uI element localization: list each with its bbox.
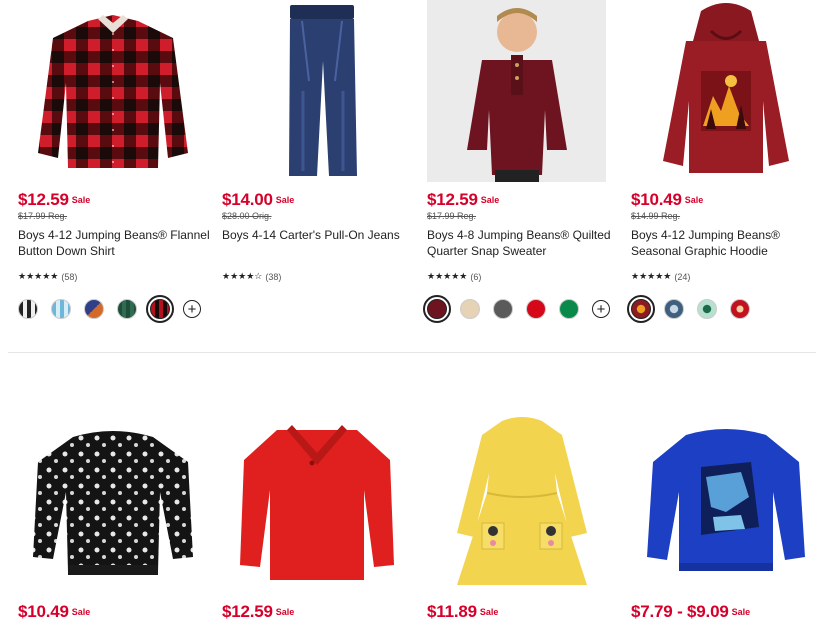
swatch-navy-orange-plaid[interactable] (84, 299, 104, 319)
swatch-burgundy[interactable] (423, 295, 451, 323)
sale-label: Sale (71, 195, 91, 205)
sale-label: Sale (275, 195, 295, 205)
star-rating-icon: ★★★★★ (631, 271, 672, 281)
sale-price: $10.49 (631, 190, 682, 209)
sale-label: Sale (479, 607, 499, 617)
swatch-blue-graphic[interactable] (664, 299, 684, 319)
star-rating-icon: ★★★★☆ (222, 271, 263, 281)
swatch-oatmeal[interactable] (460, 299, 480, 319)
product-image[interactable] (222, 0, 412, 180)
product-title[interactable]: Boys 4-14 Carter's Pull-On Jeans (222, 227, 417, 243)
swatch-black-white-plaid[interactable] (18, 299, 38, 319)
product-image[interactable] (631, 412, 816, 592)
sale-label: Sale (71, 607, 91, 617)
more-colors-icon[interactable]: + (592, 300, 610, 318)
sale-price: $7.79 - $9.09 (631, 602, 729, 621)
product-title[interactable]: Boys 4-12 Jumping Beans® Flannel Button … (18, 227, 213, 259)
sale-price: $12.59 (18, 190, 69, 209)
review-count: (6) (470, 271, 482, 282)
regular-price: $17.99 Reg. (427, 211, 477, 221)
rating[interactable]: ★★★★☆ (38) (222, 271, 281, 282)
star-rating-icon: ★★★★★ (18, 271, 59, 281)
review-count: (58) (61, 271, 78, 282)
sale-label: Sale (684, 195, 704, 205)
swatch-teal-graphic[interactable] (697, 299, 717, 319)
row-divider (8, 352, 816, 353)
rating[interactable]: ★★★★★ (24) (631, 271, 690, 282)
review-count: (24) (674, 271, 691, 282)
product-title[interactable]: Boys 4-12 Jumping Beans® Seasonal Graphi… (631, 227, 816, 259)
sale-price: $11.89 (427, 602, 477, 621)
swatch-blue-plaid[interactable] (51, 299, 71, 319)
star-rating-icon: ★★★★★ (427, 271, 468, 281)
product-image[interactable] (18, 0, 208, 180)
swatch-red-graphic[interactable] (730, 299, 750, 319)
rating[interactable]: ★★★★★ (6) (427, 271, 481, 282)
color-swatches: + (423, 295, 610, 323)
swatch-charcoal[interactable] (493, 299, 513, 319)
sale-price: $14.00 (222, 190, 273, 209)
review-count: (38) (265, 271, 282, 282)
original-price: $28.00 Orig. (222, 211, 272, 221)
color-swatches: + (18, 295, 201, 323)
regular-price: $14.99 Reg. (631, 211, 681, 221)
product-image[interactable] (631, 0, 816, 180)
more-colors-icon[interactable]: + (183, 300, 201, 318)
swatch-green[interactable] (559, 299, 579, 319)
sale-price: $12.59 (222, 602, 273, 621)
product-image[interactable] (427, 0, 606, 182)
regular-price: $17.99 Reg. (18, 211, 68, 221)
sale-price: $12.59 (427, 190, 478, 209)
rating[interactable]: ★★★★★ (58) (18, 271, 77, 282)
sale-price: $10.49 (18, 602, 69, 621)
swatch-red[interactable] (526, 299, 546, 319)
product-image[interactable] (222, 412, 412, 592)
sale-label: Sale (480, 195, 500, 205)
swatch-maroon-graphic[interactable] (627, 295, 655, 323)
sale-label: Sale (275, 607, 295, 617)
product-image[interactable] (427, 412, 617, 592)
sale-label: Sale (731, 607, 751, 617)
product-image[interactable] (18, 412, 208, 592)
swatch-red-buffalo-check[interactable] (146, 295, 174, 323)
color-swatches (627, 295, 750, 323)
product-title[interactable]: Boys 4-8 Jumping Beans® Quilted Quarter … (427, 227, 622, 259)
swatch-green-plaid[interactable] (117, 299, 137, 319)
